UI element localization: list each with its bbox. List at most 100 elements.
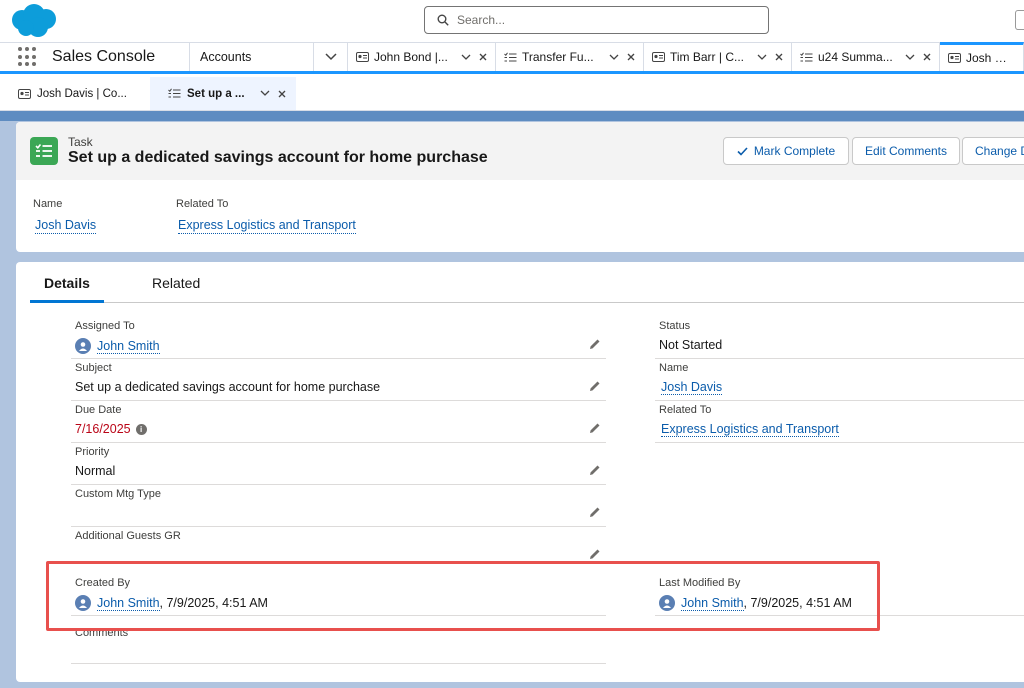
search-icon [437,14,449,26]
field-label: Status [659,320,691,332]
info-icon[interactable]: i [135,423,147,435]
checkmark-icon [737,146,748,156]
mark-complete-button[interactable]: Mark Complete [723,137,849,165]
page-title: Set up a dedicated savings account for h… [68,149,488,166]
close-icon[interactable] [923,53,931,61]
tab-label: John Bond |... [374,50,448,64]
field-custom-mtg-type: Custom Mtg Type [71,485,606,527]
field-label: Due Date [75,404,122,416]
field-label: Subject [75,362,112,374]
field-value[interactable]: Josh Davis [661,380,723,395]
pencil-edit-icon[interactable] [588,547,602,561]
subtab-bar: Josh Davis | Co... Set up a ... [0,77,1024,111]
tab-label: Tim Barr | C... [670,50,745,64]
contact-card-icon [948,53,961,63]
tab-label: Josh Davis [966,51,1015,65]
chevron-down-icon[interactable] [260,90,270,96]
close-icon[interactable] [278,90,286,98]
field-label: Additional Guests GR [75,530,181,542]
field-assigned-to: Assigned To John Smith [71,317,606,359]
field-label: Assigned To [75,320,135,332]
tab-label: u24 Summa... [818,50,893,64]
field-due-date: Due Date 7/16/2025 i [71,401,606,443]
field-subject: Subject Set up a dedicated savings accou… [71,359,606,401]
salesforce-cloud-logo[interactable] [8,3,60,39]
global-search-input[interactable]: Search... [424,6,769,34]
name-link[interactable]: Josh Davis [661,380,723,395]
field-label: Priority [75,446,110,458]
app-name: Sales Console [52,48,156,65]
tab-details[interactable]: Details [30,275,104,303]
subtab-josh-davis[interactable]: Josh Davis | Co... [0,77,150,110]
subtab-label: Set up a ... [187,87,245,100]
tab-related[interactable]: Related [152,275,200,303]
pencil-edit-icon[interactable] [588,421,602,435]
record-header: Task Set up a dedicated savings account … [16,122,1024,252]
chevron-down-icon[interactable] [609,54,619,60]
subtab-label: Josh Davis | Co... [37,87,127,100]
annotation-highlight-box [46,561,880,631]
chevron-down-icon[interactable] [905,54,915,60]
workspace-tab-john-bond[interactable]: John Bond |... [348,43,496,71]
field-related-to: Related To Express Logistics and Transpo… [655,401,1024,443]
field-status: Status Not Started [655,317,1024,359]
field-value: 7/16/2025 i [75,422,147,436]
workspace-tab-josh-davis[interactable]: Josh Davis [940,42,1024,71]
pencil-edit-icon[interactable] [588,337,602,351]
object-label: Task [68,135,93,149]
field-value: Normal [75,464,116,478]
contact-card-icon [18,88,31,99]
contact-card-icon [652,52,665,62]
chevron-down-icon [324,53,337,61]
task-list-icon [168,88,181,98]
pencil-edit-icon[interactable] [588,379,602,393]
app-launcher[interactable]: Sales Console [0,43,190,71]
nav-object-label: Accounts [200,50,252,64]
favorites-icon[interactable] [1015,10,1024,30]
pencil-edit-icon[interactable] [588,505,602,519]
highlight-related-link[interactable]: Express Logistics and Transport [178,218,356,234]
button-label: Mark Complete [753,144,836,158]
field-label: Related To [659,404,712,416]
field-label: Custom Mtg Type [75,488,161,500]
highlight-name-link[interactable]: Josh Davis [35,218,97,234]
workspace-tab-transfer[interactable]: Transfer Fu... [496,43,644,71]
due-date-value: 7/16/2025 [75,422,131,436]
related-to-link[interactable]: Express Logistics and Transport [661,422,839,437]
close-icon[interactable] [627,53,635,61]
nav-object-tab-accounts[interactable]: Accounts [190,43,314,71]
workspace-tab-u24-summary[interactable]: u24 Summa... [792,43,940,71]
chevron-down-icon[interactable] [757,54,767,60]
field-label: Name [659,362,689,374]
user-avatar-icon [75,338,91,354]
contact-card-icon [356,52,369,62]
record-tabs: Details Related [30,262,1024,303]
search-placeholder: Search... [457,13,506,27]
field-value: Not Started [659,338,723,352]
button-label: Change D [975,144,1024,158]
subtab-set-up-task[interactable]: Set up a ... [150,77,296,110]
chevron-down-icon[interactable] [461,54,471,60]
close-icon[interactable] [775,53,783,61]
pencil-edit-icon[interactable] [588,463,602,477]
field-value: Set up a dedicated savings account for h… [75,380,381,394]
field-name: Name Josh Davis [655,359,1024,401]
field-value[interactable]: Express Logistics and Transport [661,422,839,437]
task-list-icon [504,52,517,61]
app-launcher-icon [18,47,38,67]
task-icon [30,137,58,165]
field-value[interactable]: John Smith [75,338,160,354]
change-date-button[interactable]: Change D [962,137,1024,165]
close-icon[interactable] [479,53,487,61]
user-link[interactable]: John Smith [97,339,160,354]
edit-comments-button[interactable]: Edit Comments [852,137,960,165]
nav-menu-dropdown[interactable] [314,43,348,71]
workspace-tab-tim-barr[interactable]: Tim Barr | C... [644,43,792,71]
button-label: Edit Comments [864,144,948,158]
highlight-related-label: Related To [176,198,229,210]
console-nav-bar: Sales Console Accounts John Bond |... Tr… [0,42,1024,74]
task-list-icon [800,52,813,61]
global-header: Search... [0,0,1024,42]
tab-label: Transfer Fu... [522,50,594,64]
field-priority: Priority Normal [71,443,606,485]
